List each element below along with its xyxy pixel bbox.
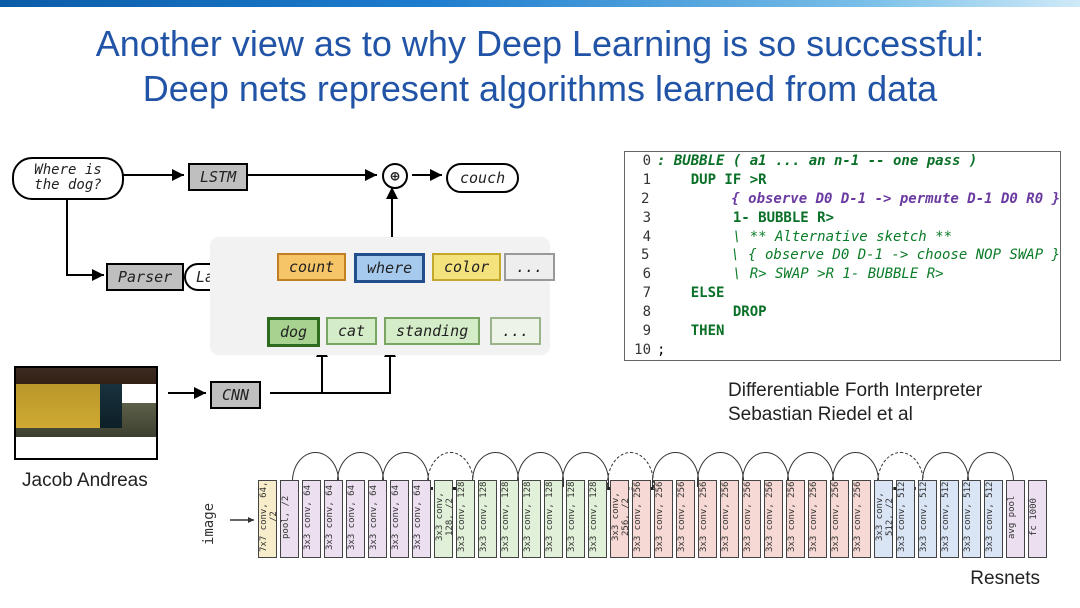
resnet-output: fc 1000 (1028, 480, 1047, 558)
slide-title: Another view as to why Deep Learning is … (0, 7, 1080, 117)
resnet-block: 3x3 conv, 128 (544, 480, 563, 558)
resnet-block: 3x3 conv, 128 (500, 480, 519, 558)
nmn-diagram: Where is the dog? LSTM ⊕ couch Parser La… (12, 145, 567, 365)
resnet-block: 3x3 conv, 64 (324, 480, 343, 558)
code-line: 0: BUBBLE ( a1 ... an n-1 -- one pass ) (625, 152, 1060, 171)
slide-title-line2: Deep nets represent algorithms learned f… (143, 68, 937, 109)
resnet-block: 3x3 conv, 128 (456, 480, 475, 558)
forth-code-panel: 0: BUBBLE ( a1 ... an n-1 -- one pass )1… (624, 151, 1061, 361)
resnet-block: 3x3 conv, 256 (632, 480, 651, 558)
layout-cell-color: color (432, 253, 501, 281)
resnet-block: 3x3 conv, 128 (588, 480, 607, 558)
code-line: 6 \ R> SWAP >R 1- BUBBLE R> (625, 265, 1060, 284)
resnet-block: 3x3 conv, 256 (742, 480, 761, 558)
cnn-box: CNN (210, 381, 261, 409)
layout-cell-more2: ... (490, 317, 541, 345)
resnet-block: 3x3 conv, 256 (698, 480, 717, 558)
resnet-block: 3x3 conv, 256 (764, 480, 783, 558)
resnet-block: 3x3 conv, 256 (720, 480, 739, 558)
resnet-input: image (201, 503, 217, 545)
code-line: 10; (625, 341, 1060, 360)
code-line: 9 THEN (625, 322, 1060, 341)
layout-cell-count: count (277, 253, 346, 281)
resnet-block: 3x3 conv, 64 (368, 480, 387, 558)
code-caption-2: Sebastian Riedel et al (728, 404, 913, 426)
resnet-block: 3x3 conv, 128, /2 (434, 480, 453, 558)
question-node: Where is the dog? (12, 157, 124, 200)
resnet-block: 3x3 conv, 256 (786, 480, 805, 558)
layout-cell-dog: dog (267, 317, 320, 347)
parser-box: Parser (106, 263, 184, 291)
resnet-caption: Resnets (970, 568, 1040, 590)
code-line: 7 ELSE (625, 284, 1060, 303)
resnet-block: 3x3 conv, 64 (346, 480, 365, 558)
resnet-block: 7x7 conv, 64, /2 (258, 480, 277, 558)
layout-cell-standing: standing (384, 317, 480, 345)
code-line: 4 \ ** Alternative sketch ** (625, 228, 1060, 247)
resnet-block: 3x3 conv, 256 (852, 480, 871, 558)
code-line: 1 DUP IF >R (625, 171, 1060, 190)
layout-cell-where: where (354, 253, 425, 283)
resnet-block: 3x3 conv, 64 (390, 480, 409, 558)
resnet-avgpool: avg pool (1006, 480, 1025, 558)
resnet-block: 3x3 conv, 512 (918, 480, 937, 558)
resnet-block: 3x3 conv, 512 (896, 480, 915, 558)
resnet-block: 3x3 conv, 128 (566, 480, 585, 558)
resnet-block: 3x3 conv, 64 (412, 480, 431, 558)
resnet-block: 3x3 conv, 512 (984, 480, 1003, 558)
resnet-block: pool, /2 (280, 480, 299, 558)
plus-icon: ⊕ (382, 163, 408, 189)
resnet-block: 3x3 conv, 512, /2 (874, 480, 893, 558)
resnet-block: 3x3 conv, 64 (302, 480, 321, 558)
resnet-blocks: 7x7 conv, 64, /2pool, /23x3 conv, 643x3 … (258, 480, 1047, 558)
resnet-block: 3x3 conv, 128 (478, 480, 497, 558)
layout-cell-more1: ... (504, 253, 555, 281)
code-caption-1: Differentiable Forth Interpreter (728, 380, 982, 402)
resnet-block: 3x3 conv, 512 (962, 480, 981, 558)
code-line: 3 1- BUBBLE R> (625, 209, 1060, 228)
resnet-block: 3x3 conv, 512 (940, 480, 959, 558)
resnet-block: 3x3 conv, 256 (808, 480, 827, 558)
resnet-block: 3x3 conv, 256 (654, 480, 673, 558)
resnet-block: 3x3 conv, 128 (522, 480, 541, 558)
answer-node: couch (446, 163, 519, 193)
left-caption: Jacob Andreas (22, 470, 148, 492)
resnet-block: 3x3 conv, 256 (676, 480, 695, 558)
code-line: 8 DROP (625, 303, 1060, 322)
resnet-diagram: image 7x7 conv, 64, /2pool, /23x3 conv, … (200, 448, 1060, 578)
resnet-block: 3x3 conv, 256, /2 (610, 480, 629, 558)
lstm-box: LSTM (188, 163, 248, 191)
layout-cell-cat: cat (326, 317, 377, 345)
slide-title-line1: Another view as to why Deep Learning is … (96, 23, 984, 64)
code-line: 5 \ { observe D0 D-1 -> choose NOP SWAP … (625, 246, 1060, 265)
code-line: 2 { observe D0 D-1 -> permute D-1 D0 R0 … (625, 190, 1060, 209)
header-gradient (0, 0, 1080, 7)
resnet-block: 3x3 conv, 256 (830, 480, 849, 558)
input-image-thumb (14, 366, 158, 460)
